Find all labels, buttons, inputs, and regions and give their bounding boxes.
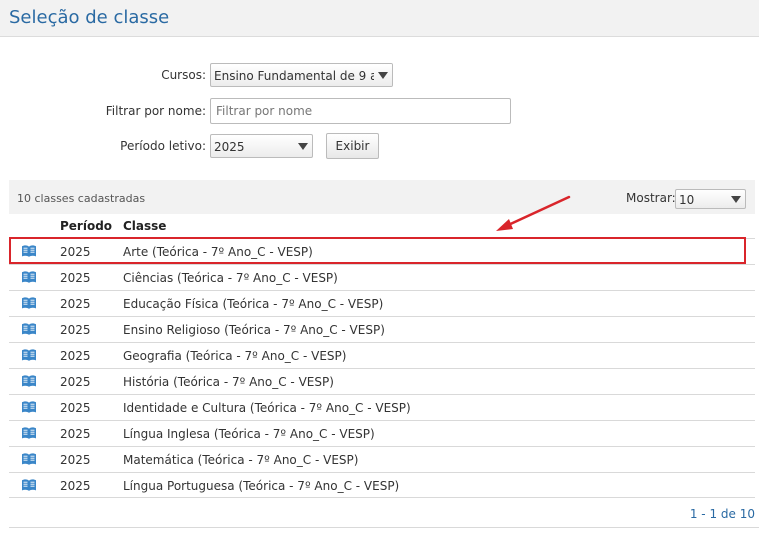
row-classe[interactable]: Ciências (Teórica - 7º Ano_C - VESP) — [123, 271, 338, 285]
cursos-label: Cursos: — [161, 68, 206, 82]
chevron-down-icon — [731, 196, 741, 203]
row-periodo: 2025 — [60, 401, 91, 415]
table-row[interactable]: 2025 Geografia (Teórica - 7º Ano_C - VESP… — [9, 342, 755, 368]
row-classe[interactable]: Língua Inglesa (Teórica - 7º Ano_C - VES… — [123, 427, 375, 441]
page-size-value: 10 — [679, 193, 695, 207]
column-header-periodo: Período — [60, 219, 113, 233]
nome-filter-label: Filtrar por nome: — [105, 104, 206, 118]
table-row[interactable]: 2025 Identidade e Cultura (Teórica - 7º A… — [9, 394, 755, 420]
table-row[interactable]: 2025 Ciências (Teórica - 7º Ano_C - VESP) — [9, 264, 755, 290]
table-row[interactable]: 2025 Língua Inglesa (Teórica - 7º Ano_C -… — [9, 420, 755, 446]
row-classe[interactable]: Matemática (Teórica - 7º Ano_C - VESP) — [123, 453, 358, 467]
row-classe[interactable]: Língua Portuguesa (Teórica - 7º Ano_C - … — [123, 479, 399, 493]
open-book-icon[interactable] — [21, 270, 37, 284]
grid-toolbar: 10 classes cadastradas Mostrar: 10 — [9, 180, 755, 214]
page-header: Seleção de classe — [0, 0, 759, 37]
exibir-button[interactable]: Exibir — [326, 133, 379, 159]
open-book-icon[interactable] — [21, 244, 37, 258]
open-book-icon[interactable] — [21, 322, 37, 336]
chevron-down-icon — [378, 72, 388, 79]
row-periodo: 2025 — [60, 375, 91, 389]
open-book-icon[interactable] — [21, 478, 37, 492]
red-arrow-annotation — [496, 195, 571, 231]
row-periodo: 2025 — [60, 453, 91, 467]
open-book-icon[interactable] — [21, 296, 37, 310]
table-row[interactable]: 2025 Ensino Religioso (Teórica - 7º Ano_C… — [9, 316, 755, 342]
cursos-select-value: Ensino Fundamental de 9 ano — [214, 69, 393, 83]
row-periodo: 2025 — [60, 427, 91, 441]
row-classe[interactable]: Geografia (Teórica - 7º Ano_C - VESP) — [123, 349, 346, 363]
table-header: Período Classe — [9, 214, 755, 238]
class-count-text: 10 classes cadastradas — [17, 192, 146, 205]
row-periodo: 2025 — [60, 297, 91, 311]
row-periodo: 2025 — [60, 271, 91, 285]
open-book-icon[interactable] — [21, 426, 37, 440]
page-size-select[interactable]: 10 — [675, 189, 746, 209]
page-title: Seleção de classe — [9, 7, 170, 28]
periodo-select[interactable]: 2025 — [210, 134, 313, 158]
row-classe[interactable]: Educação Física (Teórica - 7º Ano_C - VE… — [123, 297, 383, 311]
table-row[interactable]: 2025 Matemática (Teórica - 7º Ano_C - VES… — [9, 446, 755, 472]
row-classe[interactable]: Ensino Religioso (Teórica - 7º Ano_C - V… — [123, 323, 385, 337]
column-header-classe: Classe — [123, 219, 167, 233]
chevron-down-icon — [298, 143, 308, 150]
row-periodo: 2025 — [60, 323, 91, 337]
table-row[interactable]: 2025 Educação Física (Teórica - 7º Ano_C … — [9, 290, 755, 316]
periodo-select-value: 2025 — [214, 140, 245, 154]
cursos-select[interactable]: Ensino Fundamental de 9 ano — [210, 63, 393, 87]
row-periodo: 2025 — [60, 479, 91, 493]
periodo-label: Período letivo: — [120, 139, 206, 153]
mostrar-label: Mostrar: — [626, 191, 676, 205]
row-periodo: 2025 — [60, 349, 91, 363]
open-book-icon[interactable] — [21, 452, 37, 466]
classes-table: Período Classe 2025 Arte (Teórica - 7º An… — [9, 214, 755, 498]
table-row[interactable]: 2025 Arte (Teórica - 7º Ano_C - VESP) — [9, 238, 755, 264]
row-classe[interactable]: Identidade e Cultura (Teórica - 7º Ano_C… — [123, 401, 411, 415]
row-classe[interactable]: Arte (Teórica - 7º Ano_C - VESP) — [123, 245, 313, 259]
open-book-icon[interactable] — [21, 374, 37, 388]
open-book-icon[interactable] — [21, 400, 37, 414]
footer-divider — [9, 527, 759, 528]
table-row[interactable]: 2025 História (Teórica - 7º Ano_C - VESP) — [9, 368, 755, 394]
nome-filter-input[interactable] — [210, 98, 511, 124]
pagination-info: 1 - 1 de 10 — [689, 507, 755, 521]
row-periodo: 2025 — [60, 245, 91, 259]
table-row[interactable]: 2025 Língua Portuguesa (Teórica - 7º Ano_… — [9, 472, 755, 498]
row-classe[interactable]: História (Teórica - 7º Ano_C - VESP) — [123, 375, 334, 389]
open-book-icon[interactable] — [21, 348, 37, 362]
